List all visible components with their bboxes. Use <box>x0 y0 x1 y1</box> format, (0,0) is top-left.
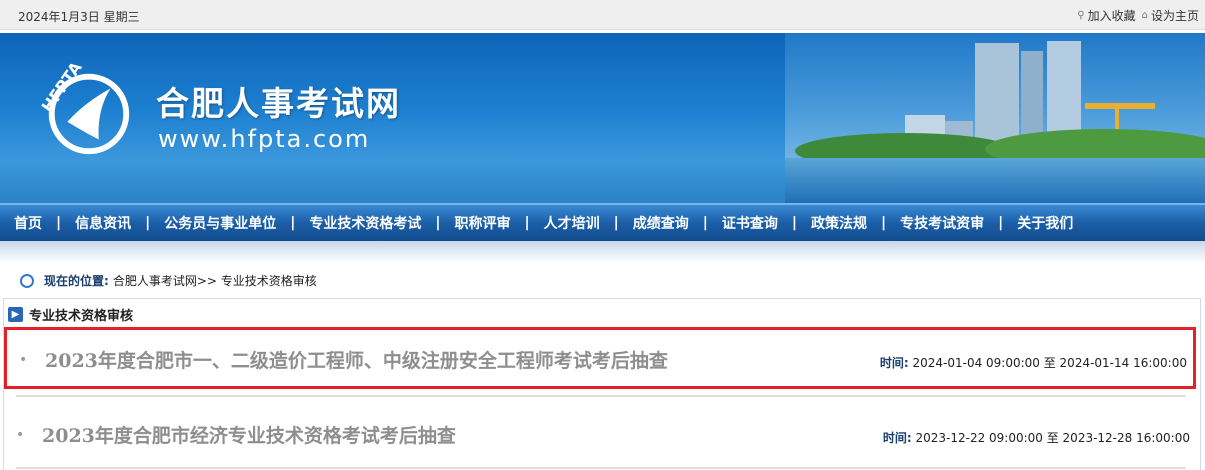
panel-heading: ▶ 专业技术资格审核 <box>8 305 133 324</box>
site-title: 合肥人事考试网 <box>156 84 401 123</box>
nav-item[interactable]: 成绩查询 <box>619 213 703 233</box>
set-homepage-link[interactable]: ⌂ 设为主页 <box>1142 7 1199 24</box>
add-favorite-link[interactable]: ⚲ 加入收藏 <box>1077 7 1135 24</box>
time-range: 2023-12-22 09:00:00 至 2023-12-28 16:00:0… <box>915 431 1190 445</box>
list-item-time: 时间: 2024-01-04 09:00:00 至 2024-01-14 16:… <box>880 354 1187 371</box>
nav-item[interactable]: 政策法规 <box>797 213 881 233</box>
header-banner: HFPTA 合肥人事考试网 www.hfpta.com <box>0 33 1205 203</box>
nav-item[interactable]: 人才培训 <box>530 213 614 233</box>
nav-item[interactable]: 首页 <box>0 213 56 233</box>
panel-heading-text: 专业技术资格审核 <box>29 309 134 324</box>
magnifier-icon: ⚲ <box>1077 10 1085 21</box>
nav-shadow <box>0 241 1205 263</box>
breadcrumb-path[interactable]: 合肥人事考试网>> 专业技术资格审核 <box>113 272 317 289</box>
list-item[interactable]: • 2023年度合肥市经济专业技术资格考试考后抽查 时间: 2023-12-22… <box>4 405 1196 467</box>
logo-text: HFPTA <box>38 63 86 116</box>
list-item[interactable]: • 2023年度合肥市一、二级造价工程师、中级注册安全工程师考试考后抽查 时间:… <box>4 327 1196 389</box>
nav-item[interactable]: 公务员与事业单位 <box>150 213 290 233</box>
list-item-title[interactable]: 2023年度合肥市经济专业技术资格考试考后抽查 <box>42 421 456 448</box>
content-panel: ▶ 专业技术资格审核 • 2023年度合肥市一、二级造价工程师、中级注册安全工程… <box>3 298 1201 470</box>
top-bar: 2024年1月3日 星期三 ⚲ 加入收藏 ⌂ 设为主页 <box>0 0 1205 30</box>
breadcrumb: 现在的位置: 合肥人事考试网>> 专业技术资格审核 <box>20 272 317 289</box>
nav-item[interactable]: 信息资讯 <box>61 213 145 233</box>
bullet-icon: • <box>19 352 28 368</box>
top-links: ⚲ 加入收藏 ⌂ 设为主页 <box>1077 7 1199 24</box>
breadcrumb-prefix: 现在的位置: <box>44 274 109 288</box>
nav-item[interactable]: 关于我们 <box>1003 213 1087 233</box>
list-item-title[interactable]: 2023年度合肥市一、二级造价工程师、中级注册安全工程师考试考后抽查 <box>45 346 668 373</box>
time-range: 2024-01-04 09:00:00 至 2024-01-14 16:00:0… <box>912 356 1187 370</box>
site-url: www.hfpta.com <box>158 125 371 153</box>
time-label: 时间: <box>879 356 909 370</box>
current-date: 2024年1月3日 星期三 <box>18 10 140 24</box>
nav-item[interactable]: 专技考试资审 <box>886 213 998 233</box>
home-icon: ⌂ <box>1141 10 1148 21</box>
divider <box>16 395 1186 397</box>
main-nav: 首页 | 信息资讯 | 公务员与事业单位 | 专业技术资格考试 | 职称评审 | 人才培训 | 成绩查询… <box>0 203 1205 241</box>
nav-item[interactable]: 职称评审 <box>441 213 525 233</box>
arrow-right-icon: ▶ <box>8 307 23 322</box>
city-skyline-image <box>785 33 1205 203</box>
hfpta-logo[interactable]: HFPTA <box>38 63 136 161</box>
time-label: 时间: <box>882 431 912 445</box>
add-favorite-label: 加入收藏 <box>1087 9 1136 23</box>
list-item-time: 时间: 2023-12-22 09:00:00 至 2023-12-28 16:… <box>883 429 1190 446</box>
nav-item[interactable]: 专业技术资格考试 <box>295 213 435 233</box>
divider <box>16 467 1186 469</box>
bullet-icon: • <box>16 427 25 443</box>
location-icon <box>20 273 34 288</box>
nav-item[interactable]: 证书查询 <box>708 213 792 233</box>
set-homepage-label: 设为主页 <box>1150 9 1199 23</box>
